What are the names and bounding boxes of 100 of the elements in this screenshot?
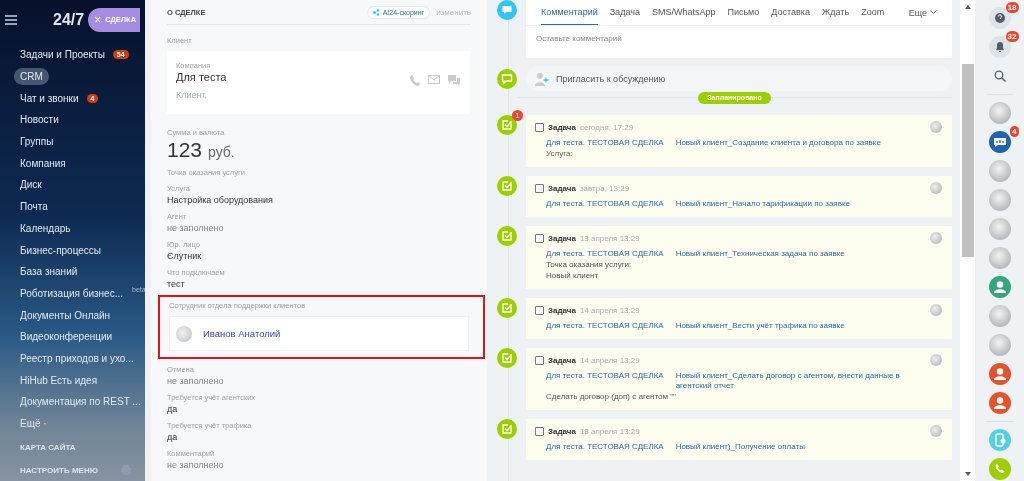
menu-icon[interactable] bbox=[5, 14, 17, 25]
menu-item[interactable]: Группы bbox=[14, 133, 60, 151]
deal-link[interactable]: Для теста. ТЕСТОВАЯ СДЕЛКА bbox=[546, 371, 664, 391]
menu-item[interactable]: CRM bbox=[14, 68, 49, 86]
deal-link[interactable]: Для теста. ТЕСТОВАЯ СДЕЛКА bbox=[546, 199, 664, 209]
task-title: Задача bbox=[548, 426, 576, 436]
scrollbar[interactable] bbox=[960, 0, 975, 481]
tab[interactable]: Письмо bbox=[727, 0, 760, 25]
task-note: Точка оказания услуги: bbox=[546, 260, 633, 270]
task-link[interactable]: Новый клиент_Вести учёт трафика по заявке bbox=[675, 321, 912, 331]
counter-badge: 32 bbox=[1005, 31, 1019, 42]
currency: руб. bbox=[208, 144, 235, 160]
menu-item[interactable]: Задачи и Проекты bbox=[14, 46, 111, 64]
checkbox[interactable] bbox=[535, 305, 544, 315]
menu-item[interactable]: Документация по REST ... bbox=[14, 393, 147, 411]
task-date: 14 апреля 13:29 bbox=[579, 305, 640, 315]
logo: 24/7 bbox=[53, 10, 85, 29]
avatar bbox=[930, 182, 942, 194]
search-icon[interactable] bbox=[993, 70, 1006, 82]
comment-field[interactable]: Оставьте комментарий bbox=[526, 26, 952, 58]
task-link[interactable]: Новый клиент_Создание клиента и договора по заявке bbox=[675, 138, 912, 148]
checkbox[interactable] bbox=[535, 122, 544, 132]
call-icon[interactable] bbox=[988, 458, 1011, 480]
task-date: 13 апреля 13:29 bbox=[579, 233, 640, 243]
employee-name[interactable]: Иванов Анатолий bbox=[203, 328, 281, 339]
network-icon bbox=[372, 8, 380, 16]
scroll-up-icon bbox=[964, 5, 971, 9]
phone-device-icon[interactable] bbox=[988, 429, 1011, 451]
field-value: да bbox=[167, 403, 179, 415]
user-icon[interactable] bbox=[988, 392, 1011, 414]
task-title: Задача bbox=[548, 355, 576, 365]
tab[interactable]: Ждать bbox=[821, 0, 850, 25]
menu-item[interactable]: Компания bbox=[14, 154, 72, 172]
counter-badge: 4 bbox=[1010, 126, 1019, 137]
deal-link[interactable]: Для теста. ТЕСТОВАЯ СДЕЛКА bbox=[546, 321, 664, 331]
phone-icon[interactable] bbox=[410, 75, 420, 86]
menu-item[interactable]: Диск bbox=[14, 176, 48, 194]
tab[interactable]: Комментарий bbox=[541, 0, 598, 25]
counter-badge: 1 bbox=[512, 110, 523, 121]
menu-item[interactable]: Новости bbox=[14, 111, 65, 129]
checkbox[interactable] bbox=[535, 183, 544, 193]
mail-icon[interactable] bbox=[428, 75, 440, 84]
task-icon bbox=[497, 348, 517, 368]
avatar bbox=[930, 354, 942, 366]
avatar bbox=[930, 232, 942, 244]
menu-item[interactable]: Документы Онлайн bbox=[14, 306, 117, 324]
deal-link[interactable]: Для теста. ТЕСТОВАЯ СДЕЛКА bbox=[546, 442, 664, 452]
task-note: Сделать договор (доп) с агентом "" bbox=[546, 392, 677, 402]
checkbox[interactable] bbox=[535, 233, 544, 243]
task-title: Задача bbox=[548, 305, 576, 315]
checkbox[interactable] bbox=[535, 355, 544, 365]
avatar[interactable] bbox=[988, 102, 1011, 124]
menu-item[interactable]: Реестр приходов и ухо... bbox=[14, 349, 140, 367]
scroll-down-icon bbox=[964, 472, 971, 476]
tab[interactable]: Задача bbox=[609, 0, 640, 25]
menu-item[interactable]: Бизнес-процессы bbox=[14, 241, 108, 259]
avatar[interactable] bbox=[988, 189, 1011, 211]
menu-item[interactable]: Роботизация бизнес... bbox=[14, 284, 129, 302]
more-tab[interactable]: Еще bbox=[908, 7, 937, 18]
menu-item[interactable]: Чат и звонки bbox=[14, 89, 85, 107]
counter-badge: 18 bbox=[1005, 2, 1019, 13]
company-name[interactable]: Для теста bbox=[176, 71, 227, 83]
invite-button[interactable]: Пригласить к обсуждению bbox=[526, 66, 952, 91]
avatar[interactable] bbox=[988, 305, 1011, 327]
tab[interactable]: Доставка bbox=[771, 0, 810, 25]
avatar[interactable] bbox=[988, 218, 1011, 240]
user-icon[interactable] bbox=[988, 276, 1011, 298]
chat-icon[interactable] bbox=[448, 75, 460, 85]
task-title: Задача bbox=[548, 183, 576, 193]
checkbox[interactable] bbox=[535, 426, 544, 436]
task-title: Задача bbox=[548, 233, 576, 243]
tab[interactable]: Zoom bbox=[861, 0, 885, 25]
tab[interactable]: SMS/WhatsApp bbox=[651, 0, 716, 25]
field-value: не заполнено bbox=[167, 222, 225, 234]
menu-item[interactable]: Видеоконференции bbox=[14, 328, 119, 346]
task-date: 18 апреля 13:29 bbox=[579, 426, 640, 436]
task-date: 14 апреля 13:29 bbox=[579, 355, 640, 365]
avatar[interactable] bbox=[988, 247, 1011, 269]
avatar bbox=[176, 325, 192, 342]
field-value: не заполнено bbox=[167, 459, 225, 471]
avatar[interactable] bbox=[988, 160, 1011, 182]
task-link[interactable]: Новый клиент_Начало тарификации по заявке bbox=[675, 199, 912, 209]
field-value: тест bbox=[167, 278, 186, 290]
add-user-icon bbox=[535, 71, 551, 86]
avatar[interactable] bbox=[988, 334, 1011, 356]
task-icon bbox=[497, 226, 517, 246]
menu-item[interactable]: HiHub Есть идея bbox=[14, 371, 104, 389]
user-icon[interactable] bbox=[988, 363, 1011, 385]
menu-item[interactable]: Почта bbox=[14, 198, 54, 216]
deal-link[interactable]: Для теста. ТЕСТОВАЯ СДЕЛКА bbox=[546, 249, 664, 259]
deal-link[interactable]: Для теста. ТЕСТОВАЯ СДЕЛКА bbox=[546, 138, 664, 148]
task-icon bbox=[497, 115, 517, 135]
menu-item[interactable]: Ещё · bbox=[14, 415, 53, 433]
task-link[interactable]: Новый клиент_Техническая задача по заявке bbox=[675, 249, 912, 259]
task-link[interactable]: Новый клиент)_Получение оплаты bbox=[675, 442, 912, 452]
menu-item[interactable]: База знаний bbox=[14, 263, 84, 281]
field-value: не заполнено bbox=[167, 375, 225, 387]
task-link[interactable]: Новый клиент_Сделать договор с агентом, внести данные в агентский отчет bbox=[675, 371, 912, 391]
group-chat-icon[interactable] bbox=[988, 131, 1011, 153]
menu-item[interactable]: Календарь bbox=[14, 219, 77, 237]
